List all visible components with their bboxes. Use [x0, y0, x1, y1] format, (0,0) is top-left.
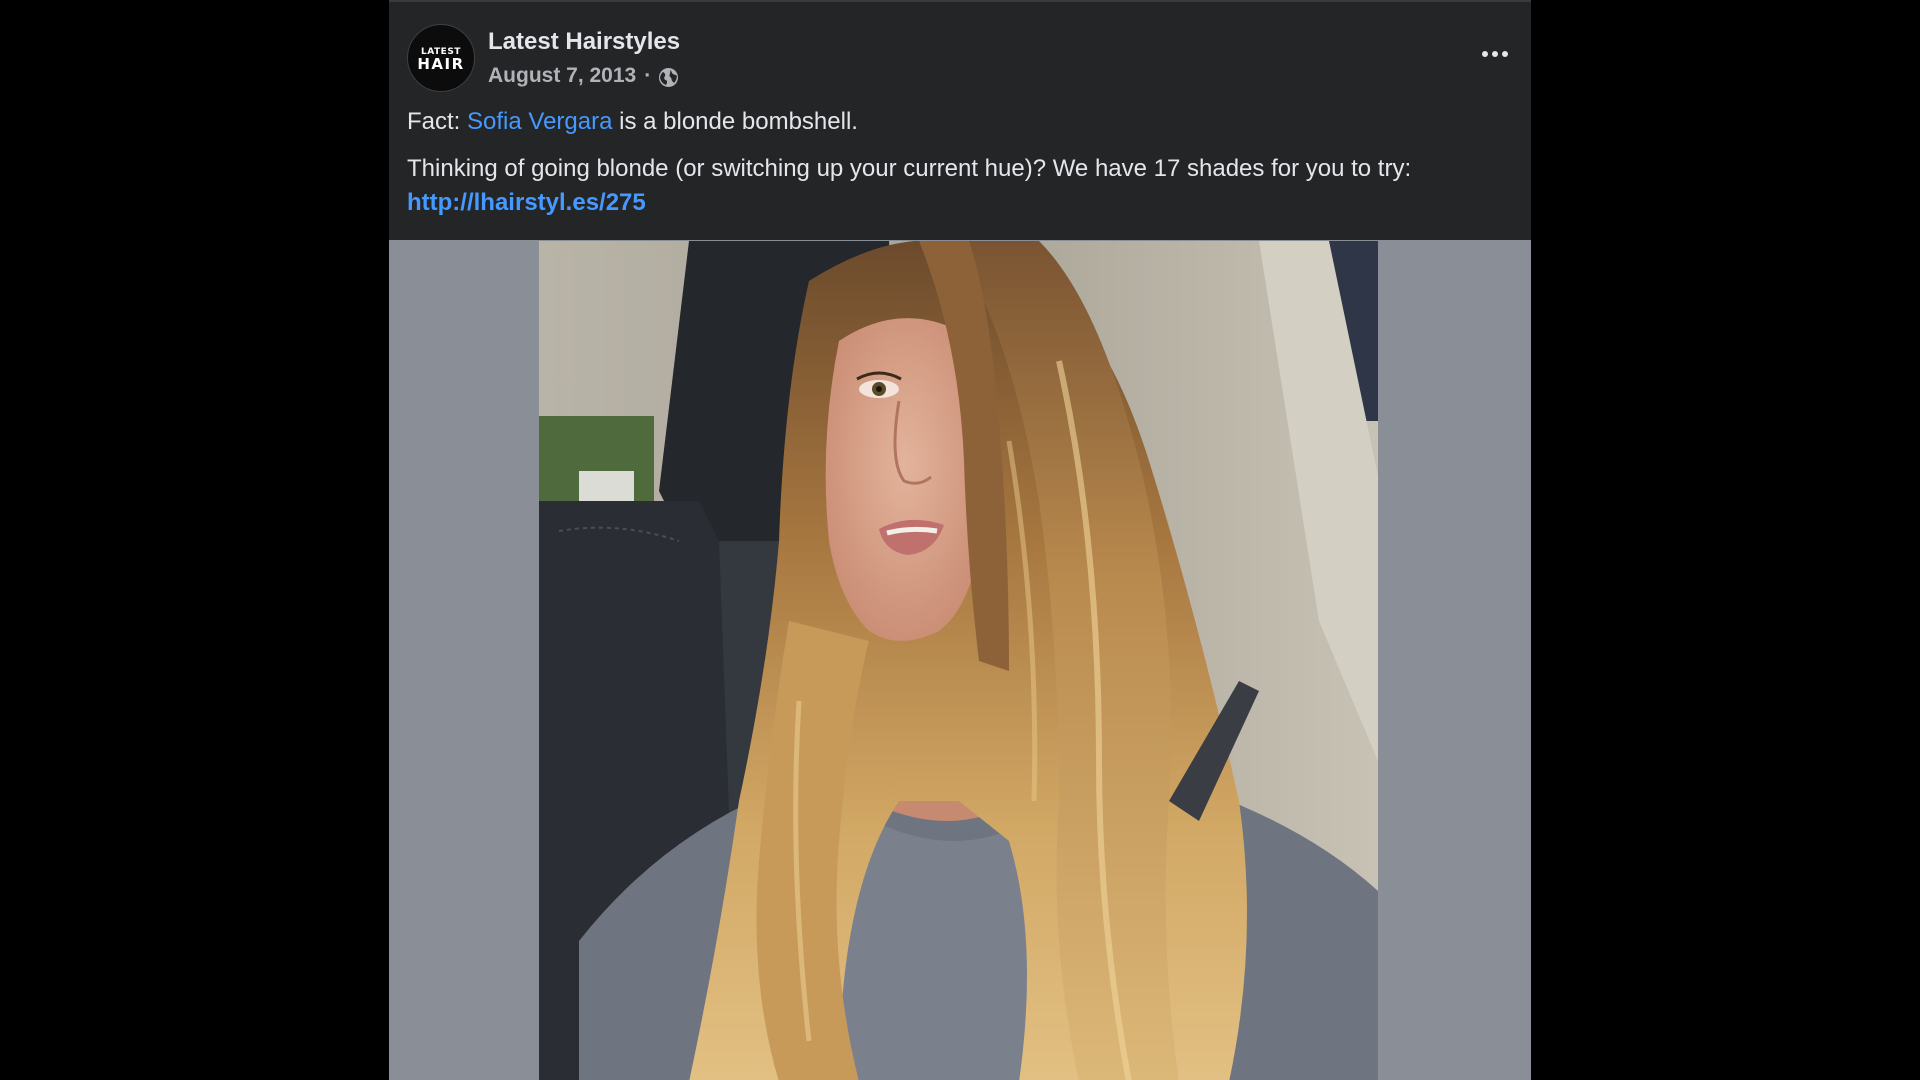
post-text-question: Thinking of going blonde (or switching u… — [407, 155, 1412, 182]
post-text-prefix: Fact: — [407, 108, 468, 135]
more-options-icon — [1482, 51, 1488, 57]
post-header: LATEST HAIR Latest Hairstyles August 7, … — [407, 24, 1513, 98]
post-photo[interactable] — [539, 241, 1378, 1080]
more-options-button[interactable] — [1477, 44, 1513, 64]
post-media — [389, 240, 1531, 1080]
post-text-line1: Fact: Sofia Vergara is a blonde bombshel… — [407, 105, 1517, 139]
selfie-photo — [539, 241, 1378, 1080]
post-date[interactable]: August 7, 2013 — [488, 64, 636, 88]
more-options-icon-dot — [1492, 51, 1498, 57]
external-link[interactable]: http://lhairstyl.es/275 — [407, 189, 646, 216]
page-avatar[interactable]: LATEST HAIR — [407, 24, 475, 92]
post-card: LATEST HAIR Latest Hairstyles August 7, … — [389, 0, 1531, 1080]
post-text-suffix: is a blonde bombshell. — [612, 108, 858, 135]
meta-separator: · — [644, 64, 652, 87]
globe-icon[interactable] — [658, 67, 679, 88]
post-meta: August 7, 2013 · — [488, 64, 679, 88]
post-body: Fact: Sofia Vergara is a blonde bombshel… — [407, 105, 1517, 220]
more-options-icon-dot — [1502, 51, 1508, 57]
avatar-logo-line2: HAIR — [417, 55, 465, 73]
post-text-line2: Thinking of going blonde (or switching u… — [407, 152, 1517, 220]
mention-link[interactable]: Sofia Vergara — [467, 108, 612, 135]
page-name-link[interactable]: Latest Hairstyles — [488, 28, 680, 56]
